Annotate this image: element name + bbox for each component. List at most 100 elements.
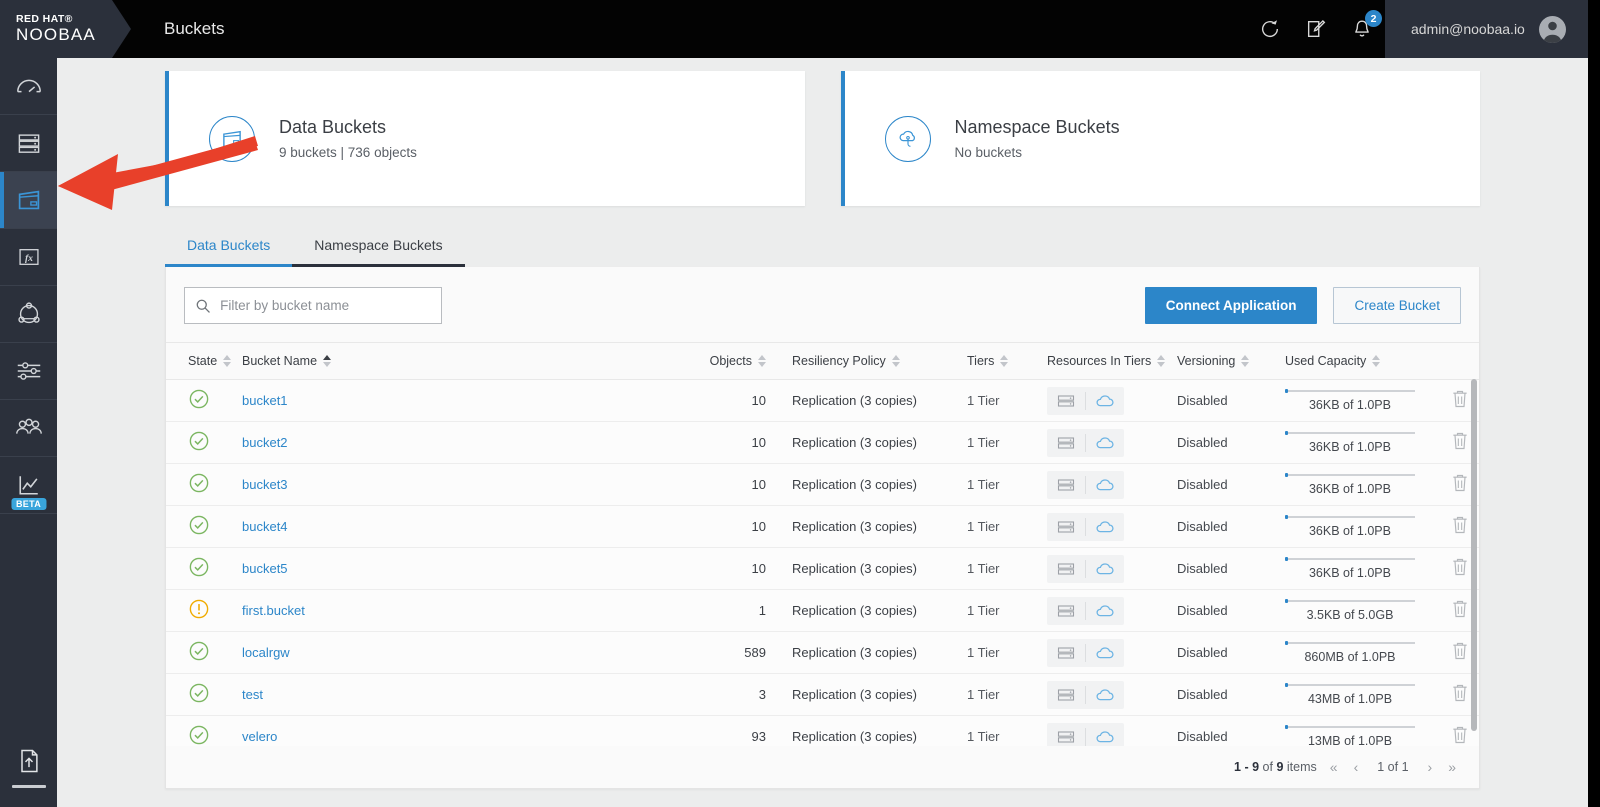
search-input[interactable]	[220, 298, 431, 313]
column-resources-in-tiers[interactable]: Resources In Tiers	[1047, 343, 1177, 380]
column-used-capacity[interactable]: Used Capacity	[1285, 343, 1425, 380]
resource-server[interactable]	[1047, 429, 1085, 457]
bucket-name-link[interactable]: test	[242, 687, 263, 702]
edit-note-button[interactable]	[1293, 0, 1339, 58]
resource-server[interactable]	[1047, 513, 1085, 541]
sort-indicator[interactable]	[1157, 355, 1166, 367]
sidebar-item-settings[interactable]	[0, 343, 57, 400]
sidebar-item-buckets[interactable]	[0, 172, 57, 229]
bucket-name-link[interactable]: velero	[242, 729, 277, 744]
column-tiers[interactable]: Tiers	[967, 343, 1047, 380]
column-objects[interactable]: Objects	[672, 343, 792, 380]
resource-icon-group[interactable]	[1047, 554, 1124, 583]
bucket-name-link[interactable]: first.bucket	[242, 603, 305, 618]
notifications-button[interactable]: 2	[1339, 0, 1385, 58]
delete-bucket-button[interactable]	[1450, 724, 1470, 746]
sidebar-item-resources[interactable]	[0, 115, 57, 172]
tab-namespace-buckets[interactable]: Namespace Buckets	[292, 228, 465, 267]
table-row[interactable]: test 3 Replication (3 copies) 1 Tier Dis…	[166, 673, 1479, 716]
bucket-name-link[interactable]: bucket2	[242, 435, 288, 450]
sidebar-item-upload[interactable]	[0, 727, 57, 807]
resource-icon-group[interactable]	[1047, 638, 1124, 667]
brand-logo[interactable]: RED HAT® NOOBAA	[0, 0, 131, 58]
bucket-name-link[interactable]: bucket4	[242, 519, 288, 534]
sort-indicator[interactable]	[1000, 355, 1009, 367]
pagination-first-button[interactable]: «	[1327, 759, 1341, 775]
table-vertical-scrollbar[interactable]	[1471, 379, 1477, 731]
data-buckets-card[interactable]: Data Buckets 9 buckets | 736 objects	[165, 71, 805, 206]
sort-indicator[interactable]	[223, 355, 232, 367]
create-bucket-button[interactable]: Create Bucket	[1333, 287, 1461, 324]
resource-cloud[interactable]	[1086, 387, 1124, 415]
column-state[interactable]: State	[166, 343, 242, 380]
resource-icon-group[interactable]	[1047, 512, 1124, 541]
sort-indicator[interactable]	[758, 355, 766, 367]
delete-bucket-button[interactable]	[1450, 388, 1470, 413]
sort-indicator[interactable]	[891, 355, 900, 367]
resource-cloud[interactable]	[1086, 639, 1124, 667]
resource-server[interactable]	[1047, 471, 1085, 499]
sidebar-item-namespace[interactable]	[0, 286, 57, 343]
resource-server[interactable]	[1047, 387, 1085, 415]
sort-indicator[interactable]	[1241, 355, 1250, 367]
column-resiliency-policy[interactable]: Resiliency Policy	[792, 343, 967, 380]
resource-server[interactable]	[1047, 639, 1085, 667]
connect-application-button[interactable]: Connect Application	[1144, 287, 1318, 324]
bucket-name-link[interactable]: bucket3	[242, 477, 288, 492]
resource-icon-group[interactable]	[1047, 596, 1124, 625]
resource-cloud[interactable]	[1086, 513, 1124, 541]
pagination-prev-button[interactable]: ‹	[1351, 759, 1362, 775]
search-icon	[196, 299, 210, 313]
namespace-buckets-card[interactable]: Namespace Buckets No buckets	[840, 71, 1480, 206]
resource-server[interactable]	[1047, 723, 1085, 747]
resource-icon-group[interactable]	[1047, 470, 1124, 499]
resource-cloud[interactable]	[1086, 429, 1124, 457]
resource-server[interactable]	[1047, 681, 1085, 709]
search-box[interactable]	[184, 287, 442, 324]
bucket-name-link[interactable]: bucket1	[242, 393, 288, 408]
resource-icon-group[interactable]	[1047, 722, 1124, 747]
user-menu[interactable]: admin@noobaa.io	[1385, 0, 1588, 58]
resource-cloud[interactable]	[1086, 723, 1124, 747]
resource-icon-group[interactable]	[1047, 428, 1124, 457]
table-row[interactable]: velero 93 Replication (3 copies) 1 Tier …	[166, 715, 1479, 747]
buckets-panel: Connect Application Create Bucket	[165, 267, 1480, 789]
bucket-name-link[interactable]: localrgw	[242, 645, 290, 660]
delete-bucket-button[interactable]	[1450, 682, 1470, 707]
table-row[interactable]: localrgw 589 Replication (3 copies) 1 Ti…	[166, 631, 1479, 674]
resource-server[interactable]	[1047, 555, 1085, 583]
table-row[interactable]: bucket3 10 Replication (3 copies) 1 Tier…	[166, 463, 1479, 506]
delete-bucket-button[interactable]	[1450, 598, 1470, 623]
resource-server[interactable]	[1047, 597, 1085, 625]
table-row[interactable]: bucket2 10 Replication (3 copies) 1 Tier…	[166, 421, 1479, 464]
pagination-next-button[interactable]: ›	[1425, 759, 1436, 775]
tab-data-buckets[interactable]: Data Buckets	[165, 228, 293, 267]
pagination-last-button[interactable]: »	[1445, 759, 1459, 775]
delete-bucket-button[interactable]	[1450, 640, 1470, 665]
sidebar-item-analytics[interactable]: BETA	[0, 457, 57, 514]
resource-cloud[interactable]	[1086, 555, 1124, 583]
resource-cloud[interactable]	[1086, 597, 1124, 625]
sidebar-item-accounts[interactable]	[0, 400, 57, 457]
table-row[interactable]: bucket5 10 Replication (3 copies) 1 Tier…	[166, 547, 1479, 590]
sidebar-item-functions[interactable]: fx	[0, 229, 57, 286]
resource-cloud[interactable]	[1086, 471, 1124, 499]
column-bucket-name[interactable]: Bucket Name	[242, 343, 672, 380]
table-row[interactable]: bucket1 10 Replication (3 copies) 1 Tier…	[166, 379, 1479, 422]
delete-bucket-button[interactable]	[1450, 472, 1470, 497]
resource-icon-group[interactable]	[1047, 386, 1124, 415]
bucket-name-link[interactable]: bucket5	[242, 561, 288, 576]
sidebar-item-overview[interactable]	[0, 58, 57, 115]
delete-bucket-button[interactable]	[1450, 430, 1470, 455]
table-row[interactable]: bucket4 10 Replication (3 copies) 1 Tier…	[166, 505, 1479, 548]
cell-versioning: Disabled	[1177, 463, 1285, 506]
resource-cloud[interactable]	[1086, 681, 1124, 709]
table-row[interactable]: first.bucket 1 Replication (3 copies) 1 …	[166, 589, 1479, 632]
delete-bucket-button[interactable]	[1450, 556, 1470, 581]
delete-bucket-button[interactable]	[1450, 514, 1470, 539]
refresh-button[interactable]	[1247, 0, 1293, 58]
resource-icon-group[interactable]	[1047, 680, 1124, 709]
column-versioning[interactable]: Versioning	[1177, 343, 1285, 380]
sort-indicator[interactable]	[1372, 355, 1381, 367]
sort-indicator-active[interactable]	[323, 355, 332, 367]
